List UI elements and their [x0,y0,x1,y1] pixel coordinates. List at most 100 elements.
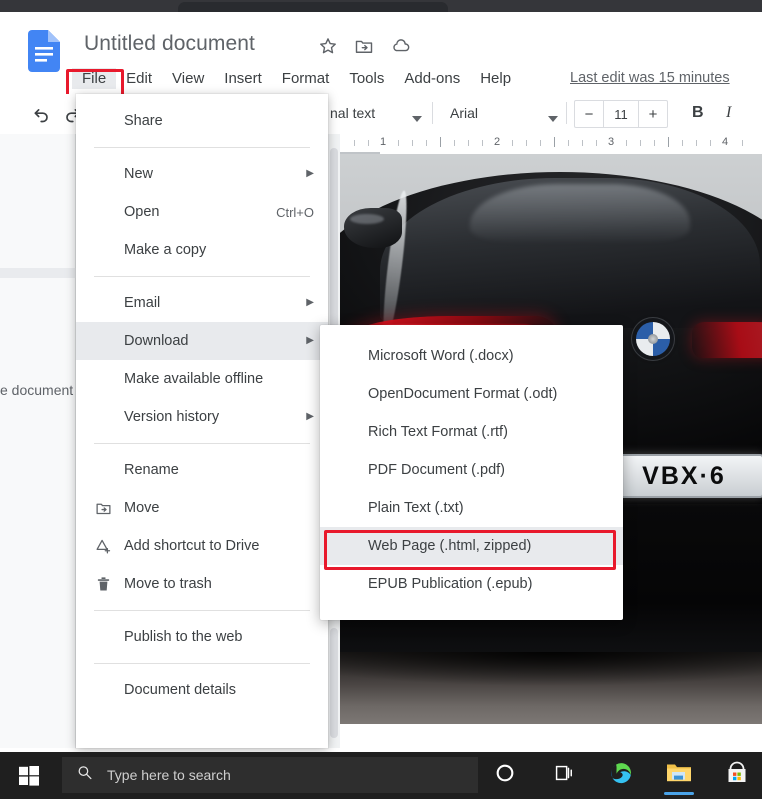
browser-active-tab[interactable] [178,2,448,12]
search-input[interactable]: Type here to search [62,757,478,793]
paragraph-style-value[interactable]: nal text [330,105,375,121]
trash-icon [94,575,112,593]
decrease-font-size-button[interactable]: − [575,101,603,127]
file-menu-label: Rename [124,462,179,478]
outline-partial-text: e document [0,382,74,398]
file-menu-item-version-history[interactable]: Version history ▶ [76,398,328,436]
download-option-label: Plain Text (.txt) [368,500,464,516]
cloud-saved-icon[interactable] [390,36,412,56]
document-scrollbar-thumb-lower[interactable] [330,628,338,738]
file-menu-shortcut: Ctrl+O [276,204,314,220]
download-option-label: Web Page (.html, zipped) [368,538,532,554]
photo-mirror-highlight [350,214,384,224]
submenu-arrow-icon: ▶ [306,168,314,179]
file-menu-label: Email [124,295,161,311]
download-option-label: EPUB Publication (.epub) [368,576,533,592]
outline-top-strip [0,268,76,278]
document-outline-panel: e document [0,134,76,748]
menu-help[interactable]: Help [470,68,521,89]
menu-addons[interactable]: Add-ons [394,68,470,89]
file-menu-item-download[interactable]: Download ▶ [76,322,328,360]
file-menu-label: New [124,166,154,182]
download-option-label: OpenDocument Format (.odt) [368,386,558,402]
file-menu-item-open[interactable]: Open Ctrl+O [76,193,328,231]
file-menu-item-rename[interactable]: Rename [76,451,328,489]
download-option-label: Microsoft Word (.docx) [368,348,514,364]
download-option-pdf[interactable]: PDF Document (.pdf) [320,451,623,489]
download-option-html-zipped[interactable]: Web Page (.html, zipped) [320,527,623,565]
download-option-docx[interactable]: Microsoft Word (.docx) [320,337,623,375]
file-menu-label: Share [124,113,163,129]
toolbar-divider [566,102,567,124]
search-icon [76,764,93,786]
move-to-folder-icon[interactable] [354,36,374,56]
file-explorer-icon[interactable] [664,758,694,795]
file-menu-label: Document details [124,682,237,698]
chevron-down-icon[interactable] [412,110,422,128]
document-title[interactable]: Untitled document [84,32,255,56]
cortana-icon[interactable] [490,758,520,788]
windows-start-icon[interactable] [12,762,46,790]
font-size-input[interactable]: 11 [603,101,639,127]
file-menu-item-make-available-offline[interactable]: Make available offline [76,360,328,398]
microsoft-edge-icon[interactable] [606,758,636,788]
download-option-rtf[interactable]: Rich Text Format (.rtf) [320,413,623,451]
menu-file[interactable]: File [72,68,117,89]
title-action-icons [318,36,412,56]
file-menu-label: Make available offline [124,371,264,387]
document-scrollbar-thumb[interactable] [330,148,338,338]
undo-icon[interactable] [32,104,52,129]
bold-button[interactable]: B [692,104,704,122]
file-menu-item-new[interactable]: New ▶ [76,155,328,193]
last-edit-link[interactable]: Last edit was 15 minutes [570,70,730,86]
search-placeholder: Type here to search [107,767,231,783]
taskbar-icons [490,758,752,795]
file-menu-label: Open [124,204,160,220]
browser-tab-strip [0,0,762,12]
file-menu-item-publish-to-the-web[interactable]: Publish to the web [76,618,328,656]
file-menu-item-document-details[interactable]: Document details [76,671,328,709]
download-option-odt[interactable]: OpenDocument Format (.odt) [320,375,623,413]
font-family-value[interactable]: Arial [450,105,478,121]
file-menu-label: Download [124,333,189,349]
menu-insert[interactable]: Insert [214,68,272,89]
increase-font-size-button[interactable]: + [639,101,667,127]
menu-view[interactable]: View [162,68,214,89]
file-menu-item-email[interactable]: Email ▶ [76,284,328,322]
file-menu-item-move-to-trash[interactable]: Move to trash [76,565,328,603]
star-icon[interactable] [318,36,338,56]
microsoft-store-icon[interactable] [722,758,752,788]
file-menu-label: Publish to the web [124,629,243,645]
file-menu-item-move[interactable]: Move [76,489,328,527]
active-app-indicator [664,792,694,795]
google-docs-logo[interactable] [28,30,60,72]
download-option-epub[interactable]: EPUB Publication (.epub) [320,565,623,603]
screen: Untitled document File Edit View Insert … [0,0,762,799]
download-option-label: Rich Text Format (.rtf) [368,424,508,440]
italic-button[interactable]: I [726,104,731,122]
file-menu-item-add-shortcut-to-drive[interactable]: Add shortcut to Drive [76,527,328,565]
menu-format[interactable]: Format [272,68,340,89]
submenu-arrow-icon: ▶ [306,335,314,346]
menu-separator [94,663,310,664]
menu-separator [94,147,310,148]
photo-taillight-right [692,322,762,358]
ruler-number: 3 [608,136,615,148]
menu-tools[interactable]: Tools [339,68,394,89]
menu-separator [94,610,310,611]
menu-edit[interactable]: Edit [116,68,162,89]
file-menu-label: Add shortcut to Drive [124,538,260,554]
file-menu-item-make-a-copy[interactable]: Make a copy [76,231,328,269]
file-menu-label: Move to trash [124,576,212,592]
add-shortcut-icon [94,537,112,555]
toolbar-divider [432,102,433,124]
docs-header: Untitled document File Edit View Insert … [0,12,762,97]
file-menu-item-share[interactable]: Share [76,102,328,140]
page-bottom-margin [340,724,762,748]
chevron-down-icon[interactable] [548,110,558,128]
menu-separator [94,276,310,277]
horizontal-ruler[interactable]: 1 2 3 4 [340,134,762,154]
task-view-icon[interactable] [548,758,578,788]
download-option-txt[interactable]: Plain Text (.txt) [320,489,623,527]
file-menu-label: Move [124,500,160,516]
